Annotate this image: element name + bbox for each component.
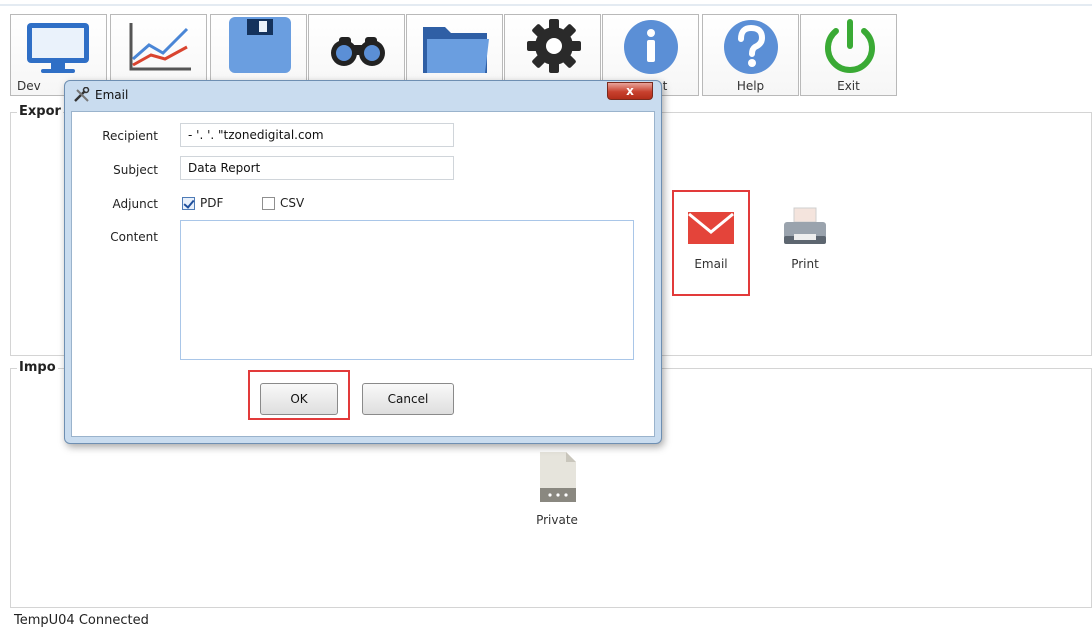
print-export-label: Print: [791, 257, 819, 271]
adjunct-label: Adjunct: [112, 197, 158, 211]
tools-icon: [74, 87, 90, 102]
subject-label: Subject: [113, 163, 158, 177]
email-export-label: Email: [694, 257, 728, 271]
content-label: Content: [110, 230, 158, 244]
top-divider: [0, 4, 1092, 6]
import-section-title: Impo: [17, 360, 58, 375]
subject-input[interactable]: [180, 156, 454, 180]
envelope-icon: [688, 212, 734, 244]
help-icon: [724, 20, 778, 74]
pdf-checkbox-label: PDF: [200, 196, 224, 210]
private-import-label: Private: [536, 513, 578, 527]
csv-checkbox-box[interactable]: [262, 196, 275, 210]
csv-checkbox-label: CSV: [280, 196, 305, 210]
toolbar-help-label: Help: [736, 79, 765, 93]
content-textarea[interactable]: [180, 220, 634, 360]
recipient-label: Recipient: [102, 129, 158, 143]
dialog-titlebar[interactable]: Email x: [65, 81, 661, 109]
private-import-button[interactable]: Private: [522, 450, 592, 527]
export-section-title: Expor: [17, 104, 63, 119]
printer-icon: [784, 207, 826, 244]
monitor-icon: [27, 23, 89, 73]
dialog-body: Recipient Subject Adjunct PDF CSV Conten…: [71, 111, 655, 437]
email-export-button[interactable]: Email: [672, 190, 750, 296]
csv-checkbox[interactable]: CSV: [262, 196, 304, 210]
file-icon: [540, 452, 576, 502]
pdf-checkbox-box[interactable]: [182, 196, 195, 210]
line-chart-icon: [129, 23, 191, 71]
pdf-checkbox[interactable]: PDF: [182, 196, 223, 210]
toolbar-exit-label: Exit: [837, 79, 860, 93]
toolbar-help-button[interactable]: Help: [702, 14, 799, 96]
binoculars-icon: [331, 37, 385, 66]
email-dialog: Email x Recipient Subject Adjunct PDF CS…: [64, 80, 662, 444]
ok-button[interactable]: OK: [260, 383, 338, 415]
floppy-disk-icon: [229, 17, 291, 73]
toolbar-exit-button[interactable]: Exit: [800, 14, 897, 96]
connection-status: TempU04 Connected: [14, 613, 149, 628]
print-export-button[interactable]: Print: [765, 206, 845, 271]
power-icon: [825, 19, 875, 73]
gear-icon: [527, 19, 581, 73]
info-icon: [624, 20, 678, 74]
recipient-input[interactable]: [180, 123, 454, 147]
cancel-button[interactable]: Cancel: [362, 383, 454, 415]
folder-icon: [423, 27, 489, 73]
dialog-title: Email: [95, 88, 129, 102]
dialog-close-button[interactable]: x: [607, 82, 653, 100]
